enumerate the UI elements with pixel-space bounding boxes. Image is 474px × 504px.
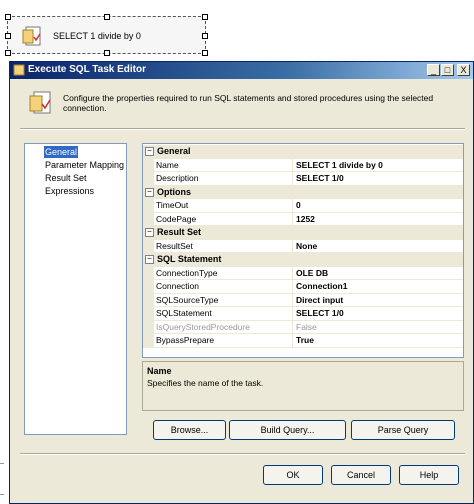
property-value[interactable]: 1252	[293, 213, 463, 226]
grid-gutter	[143, 212, 154, 226]
category-result-set[interactable]: − Result Set	[143, 226, 463, 240]
help-button[interactable]: Help	[399, 465, 459, 485]
category-label: Options	[157, 186, 191, 197]
grid-gutter	[143, 307, 154, 321]
sql-task-icon	[29, 91, 51, 114]
collapse-icon[interactable]: −	[145, 187, 154, 197]
divider	[20, 453, 465, 455]
property-row-sqlstatement[interactable]: SQLStatement SELECT 1/0	[143, 307, 463, 321]
divider	[20, 128, 465, 130]
property-value[interactable]: 0	[293, 199, 463, 213]
property-name: SQLStatement	[154, 307, 293, 321]
canvas-divider	[0, 494, 4, 495]
property-value[interactable]: SELECT 1/0	[293, 307, 463, 321]
property-value[interactable]: Direct input	[293, 294, 463, 307]
property-row-codepage[interactable]: CodePage 1252	[143, 212, 463, 226]
property-value[interactable]: SELECT 1 divide by 0	[293, 159, 463, 172]
property-name: ResultSet	[154, 239, 293, 253]
property-row-bypassprepare[interactable]: BypassPrepare True	[143, 334, 463, 348]
parse-query-button[interactable]: Parse Query	[351, 420, 455, 440]
property-value[interactable]: Connection1	[293, 280, 463, 294]
property-row-description[interactable]: Description SELECT 1/0	[143, 172, 463, 186]
property-description-pane: Name Specifies the name of the task.	[142, 361, 464, 411]
property-value: False	[293, 321, 463, 334]
browse-button[interactable]: Browse...	[153, 420, 226, 440]
grid-gutter	[143, 199, 154, 213]
category-options[interactable]: − Options	[143, 185, 463, 199]
collapse-icon[interactable]: −	[145, 255, 154, 264]
property-value[interactable]: OLE DB	[293, 267, 463, 280]
close-button[interactable]: X	[457, 64, 470, 76]
nav-item-result-set[interactable]: Result Set	[44, 172, 88, 184]
property-row-name[interactable]: Name SELECT 1 divide by 0	[143, 158, 463, 172]
property-name: BypassPrepare	[154, 334, 293, 348]
property-value[interactable]: SELECT 1/0	[293, 172, 463, 186]
property-row-resultset[interactable]: ResultSet None	[143, 239, 463, 253]
property-name: TimeOut	[154, 199, 293, 213]
resize-handle[interactable]	[104, 50, 110, 56]
property-row-sqlsourcetype[interactable]: SQLSourceType Direct input	[143, 293, 463, 307]
category-label: Result Set	[157, 227, 202, 237]
property-name: ConnectionType	[154, 266, 293, 280]
ok-button[interactable]: OK	[263, 465, 323, 485]
nav-item-general[interactable]: General	[44, 146, 79, 158]
window-icon	[13, 64, 25, 76]
property-grid: − General Name SELECT 1 divide by 0 Desc…	[142, 143, 464, 358]
resize-handle[interactable]	[202, 33, 208, 39]
grid-gutter	[143, 280, 154, 294]
page-navigation: General Parameter Mapping Result Set Exp…	[24, 143, 127, 435]
grid-gutter	[143, 293, 154, 307]
property-name: Description	[154, 172, 293, 186]
grid-gutter	[143, 239, 154, 253]
property-name: CodePage	[154, 212, 293, 226]
maximize-button[interactable]: □	[441, 64, 454, 76]
title-bar[interactable]: Execute SQL Task Editor _ □ X	[10, 62, 473, 79]
build-query-button[interactable]: Build Query...	[229, 420, 346, 440]
description-title: Name	[147, 366, 172, 376]
execute-sql-task-editor-dialog: Execute SQL Task Editor _ □ X Configure …	[9, 61, 474, 504]
description-text: Specifies the name of the task.	[147, 378, 264, 388]
category-label: SQL Statement	[157, 254, 222, 264]
category-sql-statement[interactable]: − SQL Statement	[143, 253, 463, 267]
property-value[interactable]: None	[293, 240, 463, 253]
resize-handle[interactable]	[202, 14, 208, 20]
resize-handle[interactable]	[104, 14, 110, 20]
grid-gutter	[143, 158, 154, 172]
resize-handle[interactable]	[202, 50, 208, 56]
sql-task-icon	[22, 26, 41, 46]
grid-gutter	[143, 320, 154, 334]
grid-gutter	[143, 334, 154, 348]
property-name: Connection	[154, 280, 293, 294]
header-description: Configure the properties required to run…	[63, 93, 434, 113]
canvas-divider	[0, 463, 4, 464]
resize-handle[interactable]	[5, 50, 11, 56]
resize-handle[interactable]	[5, 33, 11, 39]
property-name: Name	[154, 158, 293, 172]
sql-task-box[interactable]: SELECT 1 divide by 0	[5, 14, 208, 56]
collapse-icon[interactable]: −	[145, 228, 154, 237]
property-row-connection[interactable]: Connection Connection1	[143, 280, 463, 294]
category-general[interactable]: − General	[143, 145, 463, 159]
task-name: SELECT 1 divide by 0	[53, 31, 141, 41]
property-row-connectiontype[interactable]: ConnectionType OLE DB	[143, 266, 463, 280]
property-row-timeout[interactable]: TimeOut 0	[143, 199, 463, 213]
grid-gutter	[143, 172, 154, 186]
property-row-isquerystoredprocedure: IsQueryStoredProcedure False	[143, 320, 463, 334]
minimize-button[interactable]: _	[427, 64, 440, 76]
nav-item-parameter-mapping[interactable]: Parameter Mapping	[44, 159, 125, 171]
property-name: IsQueryStoredProcedure	[154, 320, 293, 334]
window-title: Execute SQL Task Editor	[28, 64, 147, 75]
collapse-icon[interactable]: −	[145, 147, 154, 156]
cancel-button[interactable]: Cancel	[331, 465, 391, 485]
resize-handle[interactable]	[5, 14, 11, 20]
grid-gutter	[143, 266, 154, 280]
property-value[interactable]: True	[293, 334, 463, 348]
nav-item-expressions[interactable]: Expressions	[44, 185, 95, 197]
property-name: SQLSourceType	[154, 293, 293, 307]
category-label: General	[157, 146, 191, 156]
